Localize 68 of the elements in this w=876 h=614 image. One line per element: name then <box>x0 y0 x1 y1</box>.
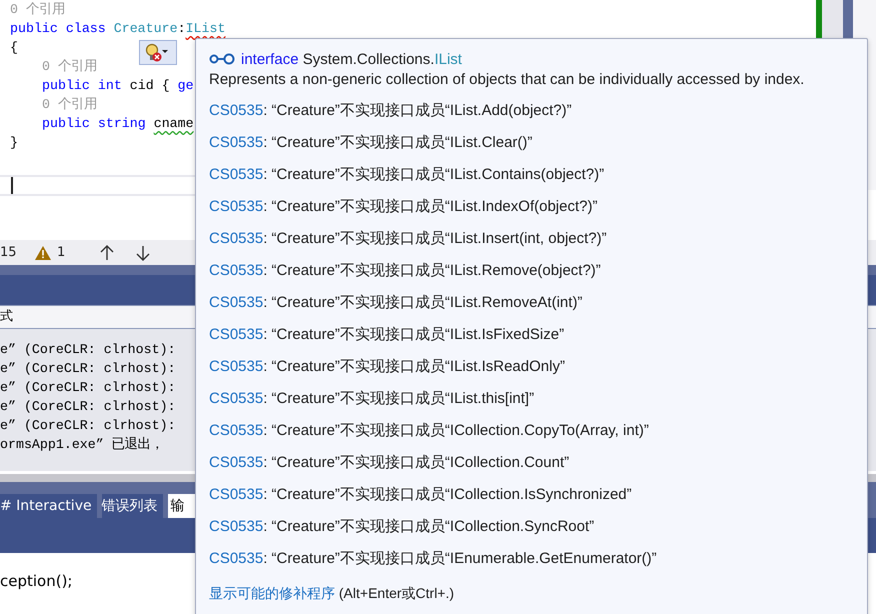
fix-link[interactable]: 显示可能的修补程序 <box>209 585 335 601</box>
lightbulb-error-icon <box>144 42 168 62</box>
shortcut-hint: (Alt+Enter或Ctrl+.) <box>338 585 454 601</box>
output-line: e” (CoreCLR: clrhost): <box>0 360 176 378</box>
code-text: cid { <box>130 78 171 93</box>
error-message: : “Creature”不实现接口成员“IList.Clear()” <box>263 134 532 151</box>
warning-icon <box>35 246 51 260</box>
error-code-link[interactable]: CS0535 <box>209 134 264 151</box>
panel-tab[interactable]: 错误列表 <box>102 494 163 518</box>
code-text: ception(); <box>0 572 72 590</box>
error-message: : “Creature”不实现接口成员“IList.Contains(object?)” <box>263 166 604 183</box>
reference-count: 0 个引用 <box>10 2 65 17</box>
error-code-link[interactable]: CS0535 <box>209 390 264 407</box>
error-message: : “Creature”不实现接口成员“IList.Add(object?)” <box>263 102 572 119</box>
output-line: e” (CoreCLR: clrhost): <box>0 417 176 435</box>
error-message: : “Creature”不实现接口成员“IList.this[int]” <box>263 390 534 407</box>
error-message: : “Creature”不实现接口成员“IList.RemoveAt(int)” <box>263 294 582 311</box>
error-code-link[interactable]: CS0535 <box>209 518 264 535</box>
down-arrow-icon[interactable] <box>136 244 150 260</box>
panel-tab[interactable]: 输 <box>168 494 195 518</box>
code-keyword: public int <box>42 78 123 93</box>
error-code-link[interactable]: CS0535 <box>209 102 264 119</box>
code-keyword: public string <box>42 116 147 131</box>
output-line: e” (CoreCLR: clrhost): <box>0 341 176 359</box>
error-message: : “Creature”不实现接口成员“IList.IsFixedSize” <box>263 326 564 343</box>
error-code-link[interactable]: CS0535 <box>209 166 264 183</box>
error-message: : “Creature”不实现接口成员“ICollection.SyncRoot” <box>263 518 594 535</box>
reference-count: 0 个引用 <box>42 59 97 74</box>
panel-tab[interactable]: # Interactive <box>0 494 97 518</box>
type-signature: interface System.Collections.IList <box>241 50 462 68</box>
error-message: : “Creature”不实现接口成员“ICollection.IsSynchronized” <box>263 486 632 503</box>
code-keyword: ge <box>178 78 194 93</box>
error-message: : “Creature”不实现接口成员“IList.Insert(int, object?)” <box>263 230 607 247</box>
reference-count: 0 个引用 <box>42 97 97 112</box>
code-type-error: IList <box>186 21 226 36</box>
error-code-link[interactable]: CS0535 <box>209 454 264 471</box>
warning-count[interactable]: 1 <box>35 245 100 260</box>
error-code-link[interactable]: CS0535 <box>209 486 264 503</box>
error-message: : “Creature”不实现接口成员“ICollection.CopyTo(Array, int)” <box>263 422 649 439</box>
code-text: : <box>178 21 186 36</box>
output-source-label[interactable]: 式 <box>0 309 13 324</box>
error-code-link[interactable]: CS0535 <box>209 326 264 343</box>
lightbulb-button[interactable] <box>139 40 177 65</box>
code-warning: cname <box>154 116 194 131</box>
text-cursor <box>11 177 13 194</box>
output-line: ormsApp1.exe” 已退出， <box>0 436 164 454</box>
error-code-link[interactable]: CS0535 <box>209 550 264 567</box>
error-message: : “Creature”不实现接口成员“IList.Remove(object?)” <box>263 262 601 279</box>
up-arrow-icon[interactable] <box>100 244 114 260</box>
error-message: : “Creature”不实现接口成员“ICollection.Count” <box>263 454 570 471</box>
interface-icon <box>209 53 235 65</box>
output-line: e” (CoreCLR: clrhost): <box>0 379 176 397</box>
error-message: : “Creature”不实现接口成员“IList.IsReadOnly” <box>263 358 565 375</box>
description: Represents a non-generic collection of objects that can be individually accessed by index. <box>209 70 806 90</box>
code-text: } <box>10 135 18 150</box>
error-code-link[interactable]: CS0535 <box>209 294 264 311</box>
output-line: e” (CoreCLR: clrhost): <box>0 398 176 416</box>
error-count[interactable]: 15 <box>0 245 35 260</box>
error-code-link[interactable]: CS0535 <box>209 198 264 215</box>
error-message: : “Creature”不实现接口成员“IList.IndexOf(object?)” <box>263 198 598 215</box>
code-text: { <box>10 40 18 55</box>
code-keyword: public class <box>10 21 107 36</box>
code-type: Creature <box>114 21 178 36</box>
error-code-link[interactable]: CS0535 <box>209 262 264 279</box>
error-code-link[interactable]: CS0535 <box>209 230 264 247</box>
error-code-link[interactable]: CS0535 <box>209 422 264 439</box>
error-message: : “Creature”不实现接口成员“IEnumerable.GetEnumerator()” <box>263 550 657 567</box>
error-code-link[interactable]: CS0535 <box>209 358 264 375</box>
